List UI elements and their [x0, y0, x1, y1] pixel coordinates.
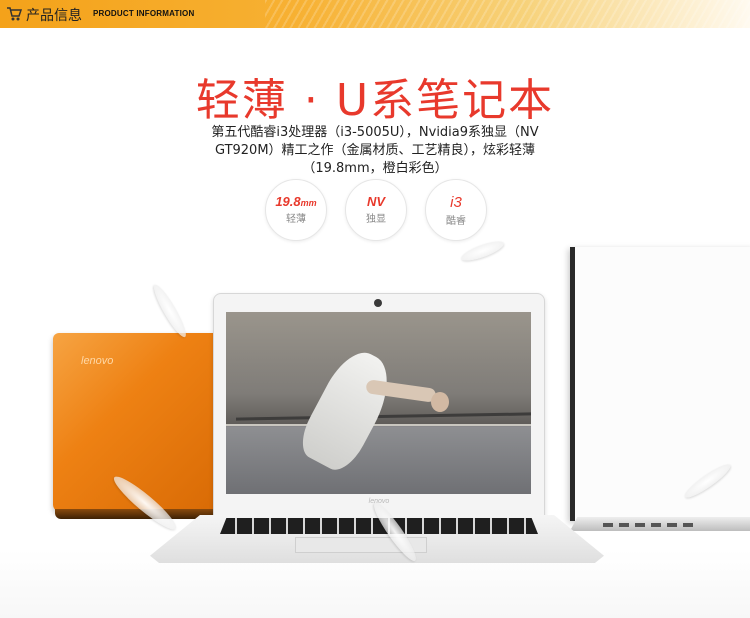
- orange-laptop-base: [55, 509, 221, 519]
- product-scene: lenovo lenovo: [0, 237, 750, 618]
- cart-icon: [7, 7, 22, 21]
- product-description: 第五代酷睿i3处理器（i3-5005U），Nvidia9系独显（NV GT920…: [211, 125, 539, 176]
- feature-thin: 19.8mm 轻薄: [265, 179, 327, 241]
- header-title-en: PRODUCT INFORMATION: [93, 9, 195, 18]
- section-header-bar: 产品信息 PRODUCT INFORMATION: [0, 0, 750, 28]
- screen-horizon: [226, 424, 531, 426]
- white-laptop-side-image: [570, 247, 750, 531]
- feather-decoration: [459, 237, 506, 265]
- feature-gpu-label: 独显: [366, 214, 386, 225]
- feature-gpu: NV 独显: [345, 179, 407, 241]
- webcam-icon: [374, 299, 382, 307]
- orange-laptop-logo: lenovo: [81, 355, 114, 367]
- header-stripes: [265, 0, 750, 28]
- orange-laptop-image: lenovo: [53, 333, 223, 519]
- feature-thin-label: 轻薄: [286, 214, 306, 225]
- feature-gpu-value: NV: [366, 194, 386, 209]
- product-headline: 轻薄 · U系笔记本: [195, 75, 555, 126]
- feature-cpu-value: i3: [450, 194, 462, 211]
- screen-model-dress: [293, 342, 403, 478]
- header-title-cn: 产品信息: [26, 8, 82, 24]
- feature-cpu: i3 酷睿: [425, 179, 487, 241]
- white-laptop-ports: [603, 523, 693, 527]
- feature-thin-value: 19.8mm: [275, 194, 317, 209]
- feather-decoration: [149, 282, 191, 340]
- screen-beam: [235, 412, 531, 421]
- feature-cpu-label: 酷睿: [446, 216, 466, 227]
- center-laptop-image: lenovo: [213, 293, 545, 517]
- laptop-screen-photo: [226, 312, 531, 494]
- screen-model-head: [431, 392, 449, 412]
